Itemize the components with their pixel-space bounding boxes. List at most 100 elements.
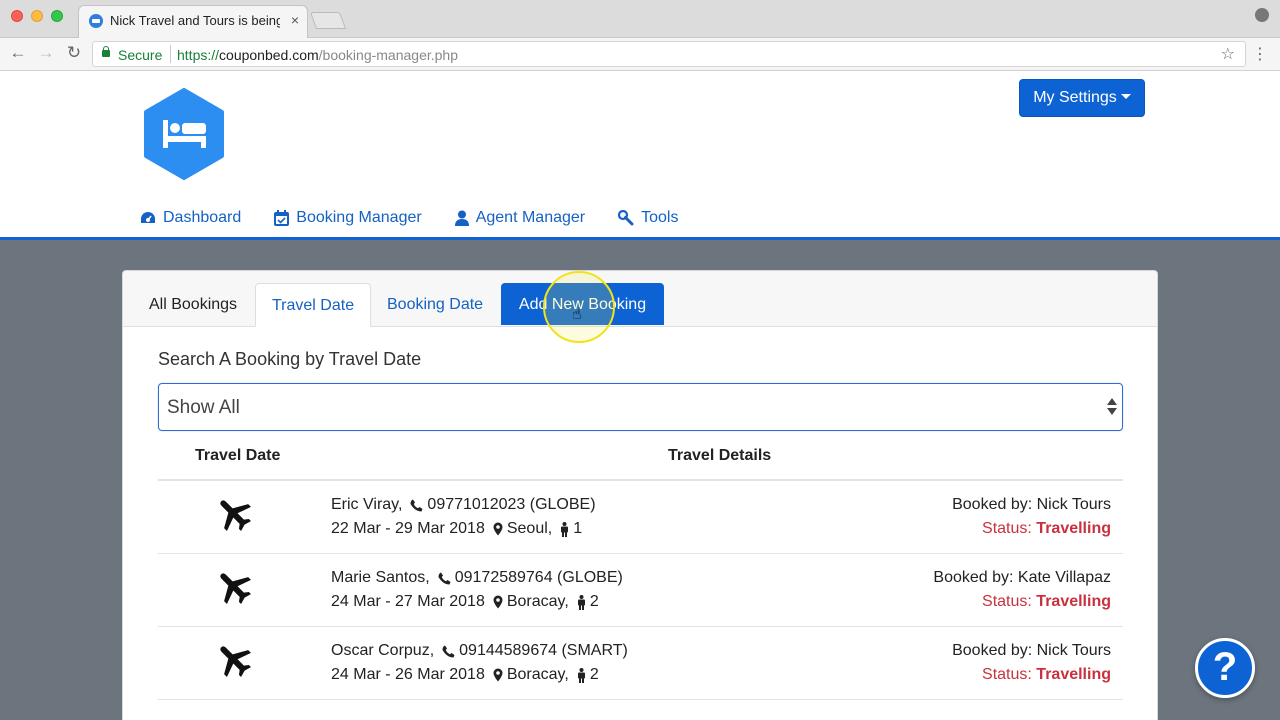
destination: Boracay,: [506, 666, 569, 683]
phone-icon: [438, 572, 451, 584]
plane-icon: [220, 646, 251, 677]
site-header: My Settings Dashboard Booking Manager Ag…: [0, 71, 1280, 237]
status-label: Status:: [982, 666, 1032, 683]
person-icon: [577, 594, 585, 610]
search-heading: Search A Booking by Travel Date: [158, 349, 422, 369]
dashboard-icon: [141, 212, 155, 223]
booking-line-trip: 24 Mar - 27 Mar 2018 Boracay, 2: [331, 593, 599, 611]
plane-icon: [220, 573, 251, 604]
booking-line-contact: Eric Viray, 09771012023 (GLOBE): [331, 496, 596, 514]
travel-date-select[interactable]: Show All: [158, 383, 1123, 431]
status-badge: Travelling: [1036, 520, 1111, 537]
plane-icon: [220, 500, 251, 531]
browser-menu-icon[interactable]: ⋮: [1252, 44, 1268, 64]
tab-booking-date[interactable]: Booking Date: [371, 283, 499, 326]
booked-by: Booked by: Kate Villapaz: [933, 569, 1111, 586]
minimize-window-button[interactable]: [31, 10, 43, 22]
client-phone: 09144589674 (SMART): [459, 642, 628, 659]
client-name: Eric Viray,: [331, 496, 403, 513]
select-arrows-icon: [1107, 398, 1117, 418]
bed-logo-icon[interactable]: [143, 88, 225, 180]
bookings-table: Travel Date Travel Details Eric Viray, 0…: [158, 441, 1123, 700]
person-icon: [577, 667, 585, 683]
map-marker-icon: [493, 595, 503, 609]
maximize-window-button[interactable]: [51, 10, 63, 22]
client-name: Marie Santos,: [331, 569, 430, 586]
bookings-card: All Bookings Travel Date Booking Date Ad…: [122, 270, 1158, 720]
phone-icon: [410, 499, 423, 511]
lock-icon: [102, 46, 110, 57]
header-divider: [0, 237, 1280, 240]
booking-line-trip: 22 Mar - 29 Mar 2018 Seoul, 1: [331, 520, 582, 538]
travel-dates: 24 Mar - 27 Mar 2018: [331, 593, 485, 610]
profile-icon[interactable]: [1255, 8, 1269, 22]
booked-by: Booked by: Nick Tours: [952, 642, 1111, 659]
status-badge: Travelling: [1036, 593, 1111, 610]
client-phone: 09172589764 (GLOBE): [454, 569, 623, 586]
help-button[interactable]: ?: [1195, 638, 1255, 698]
travel-dates: 22 Mar - 29 Mar 2018: [331, 520, 485, 537]
destination: Boracay,: [506, 593, 569, 610]
main-nav: Dashboard Booking Manager Agent Manager …: [140, 207, 711, 229]
url-scheme: https://: [177, 47, 220, 63]
back-arrow-icon[interactable]: ←: [8, 43, 28, 63]
user-icon: [454, 210, 469, 226]
nav-booking-manager[interactable]: Booking Manager: [274, 207, 422, 229]
map-marker-icon: [493, 522, 503, 536]
table-row[interactable]: Eric Viray, 09771012023 (GLOBE) 22 Mar -…: [158, 481, 1123, 554]
map-marker-icon: [493, 668, 503, 682]
secure-label: Secure: [118, 47, 163, 63]
status-label: Status:: [982, 593, 1032, 610]
browser-tab-title: Nick Travel and Tours is being: [110, 13, 280, 28]
status-label: Status:: [982, 520, 1032, 537]
travel-date-select-value: Show All: [167, 397, 240, 418]
url-divider: [170, 45, 171, 63]
nav-tools-label: Tools: [641, 209, 679, 226]
tab-travel-date[interactable]: Travel Date: [255, 283, 372, 327]
booked-by: Booked by: Nick Tours: [952, 496, 1111, 513]
booking-line-contact: Oscar Corpuz, 09144589674 (SMART): [331, 642, 628, 660]
nav-dashboard-label: Dashboard: [163, 209, 242, 226]
booking-line-trip: 24 Mar - 26 Mar 2018 Boracay, 2: [331, 666, 599, 684]
forward-arrow-icon[interactable]: →: [36, 43, 56, 63]
url-host: couponbed.com: [219, 47, 319, 63]
passenger-count: 2: [589, 666, 599, 683]
bookmark-star-icon[interactable]: ☆: [1221, 44, 1235, 64]
caret-down-icon: [1120, 94, 1131, 99]
nav-agent-manager-label: Agent Manager: [475, 209, 586, 226]
destination: Seoul,: [506, 520, 553, 537]
new-tab-button[interactable]: [309, 12, 347, 29]
url-path: /booking-manager.php: [318, 47, 458, 63]
booking-line-contact: Marie Santos, 09172589764 (GLOBE): [331, 569, 623, 587]
browser-tab[interactable]: Nick Travel and Tours is being ×: [78, 5, 308, 39]
passenger-count: 2: [589, 593, 599, 610]
booking-status: Status: Travelling: [982, 666, 1111, 684]
add-new-booking-button[interactable]: Add New Booking: [501, 283, 664, 325]
my-settings-label: My Settings: [1033, 89, 1117, 106]
tab-all-bookings[interactable]: All Bookings: [133, 283, 253, 326]
reload-icon[interactable]: ↻: [64, 43, 84, 63]
table-row[interactable]: Marie Santos, 09172589764 (GLOBE) 24 Mar…: [158, 554, 1123, 627]
close-window-button[interactable]: [11, 10, 23, 22]
address-bar-row: ← → ↻ Secure https://couponbed.com/booki…: [0, 38, 1280, 71]
booking-status: Status: Travelling: [982, 520, 1111, 538]
person-icon: [561, 521, 569, 537]
client-name: Oscar Corpuz,: [331, 642, 435, 659]
tab-close-icon[interactable]: ×: [291, 12, 299, 28]
nav-dashboard[interactable]: Dashboard: [140, 207, 241, 229]
nav-agent-manager[interactable]: Agent Manager: [454, 207, 586, 229]
calendar-check-icon: [274, 210, 290, 226]
table-header: Travel Date Travel Details: [158, 441, 1123, 481]
nav-tools[interactable]: Tools: [618, 207, 678, 229]
client-phone: 09771012023 (GLOBE): [427, 496, 596, 513]
travel-dates: 24 Mar - 26 Mar 2018: [331, 666, 485, 683]
column-header-travel-date: Travel Date: [195, 447, 281, 464]
my-settings-button[interactable]: My Settings: [1019, 79, 1145, 117]
wrench-icon: [618, 210, 634, 226]
url-input[interactable]: Secure https://couponbed.com/booking-man…: [92, 41, 1246, 67]
favicon-icon: [89, 14, 103, 28]
browser-tab-strip: Nick Travel and Tours is being ×: [0, 0, 1280, 39]
table-row[interactable]: Oscar Corpuz, 09144589674 (SMART) 24 Mar…: [158, 627, 1123, 700]
card-tab-bar: All Bookings Travel Date Booking Date Ad…: [123, 271, 1157, 327]
nav-booking-manager-label: Booking Manager: [296, 209, 422, 226]
